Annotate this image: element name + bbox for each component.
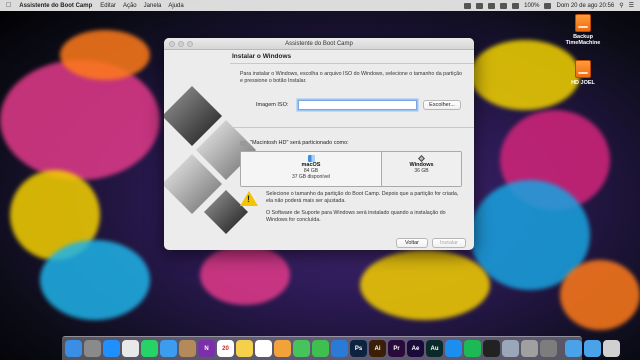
- divider: [230, 127, 474, 128]
- menu-item-editar[interactable]: Editar: [100, 3, 116, 9]
- window-title: Assistente do Boot Camp: [285, 41, 353, 47]
- partition-caption: "Macintosh HD" será particionado como:: [240, 140, 349, 146]
- intro-text: Para instalar o Windows, escolha o arqui…: [240, 71, 462, 84]
- windows-icon: [418, 155, 425, 162]
- dock-facetime-icon[interactable]: [312, 340, 329, 357]
- menu-extra-icon[interactable]: [500, 2, 508, 9]
- disk-icon: [240, 140, 247, 146]
- dock-chrome-icon[interactable]: [122, 340, 139, 357]
- dock-launchpad-icon[interactable]: [84, 340, 101, 357]
- dock-app-store-icon[interactable]: [445, 340, 462, 357]
- drive-label: HD JOEL: [571, 80, 595, 86]
- finder-icon: [307, 155, 315, 162]
- dock: N 20 Ps Ai Pr Ae Au: [62, 336, 620, 360]
- battery-icon[interactable]: [544, 2, 552, 9]
- dock-messages-icon[interactable]: [293, 340, 310, 357]
- install-button[interactable]: Instalar: [432, 238, 466, 248]
- menu-extras: 100% Dom 20 de ago 20:56 ⚲ ☰: [464, 2, 634, 9]
- minimize-button[interactable]: [178, 41, 184, 47]
- window-controls: [169, 41, 193, 47]
- dock-finder-icon[interactable]: [65, 340, 82, 357]
- dock-photos-icon[interactable]: [274, 340, 291, 357]
- dock-boot-camp-icon[interactable]: [521, 340, 538, 357]
- apple-icon[interactable]: : [6, 2, 11, 9]
- notification-center-icon[interactable]: ☰: [629, 2, 634, 9]
- wifi-icon[interactable]: [512, 2, 520, 9]
- partition-caption-text: "Macintosh HD" será particionado como:: [250, 140, 349, 146]
- back-button[interactable]: Voltar: [396, 238, 428, 248]
- paint-splash: [560, 260, 640, 330]
- dock-apps: N 20 Ps Ai Pr Ae Au: [65, 340, 557, 357]
- hard-drive-icon: [575, 14, 591, 32]
- menu-bar:  Assistente do Boot Camp Editar Ação Ja…: [0, 0, 640, 11]
- dock-spotify-icon[interactable]: [464, 340, 481, 357]
- dock-trash-icon[interactable]: [603, 340, 620, 357]
- warning-block: Selecione o tamanho da partição do Boot …: [240, 191, 462, 224]
- dock-activity-monitor-icon[interactable]: [483, 340, 500, 357]
- dock-notes-icon[interactable]: [236, 340, 253, 357]
- paint-splash: [360, 250, 490, 320]
- menu-extra-icon[interactable]: [464, 2, 472, 9]
- dock-mail-icon[interactable]: [160, 340, 177, 357]
- partition-windows-size: 36 GB: [414, 168, 429, 174]
- iso-label: Imagem ISO:: [256, 102, 289, 108]
- dock-contacts-icon[interactable]: [179, 340, 196, 357]
- zoom-button[interactable]: [187, 41, 193, 47]
- partition-slider[interactable]: macOS 84 GB 37 GB disponível Windows 36 …: [240, 151, 462, 187]
- divider: [230, 63, 474, 64]
- dock-photoshop-icon[interactable]: Ps: [350, 340, 367, 357]
- dock-preview-icon[interactable]: [502, 340, 519, 357]
- dock-documents-folder-icon[interactable]: [584, 340, 601, 357]
- partition-macos-free: 37 GB disponível: [291, 174, 331, 180]
- boot-camp-window: Assistente do Boot Camp Instalar o Windo…: [164, 38, 474, 250]
- warning-icon: [240, 191, 258, 206]
- dock-after-effects-icon[interactable]: Ae: [407, 340, 424, 357]
- warning-text-2: O Software de Suporte para Windows será …: [266, 210, 446, 223]
- dock-right: [565, 340, 620, 357]
- menu-item-janela[interactable]: Janela: [144, 3, 162, 9]
- drive-hd-joel[interactable]: HD JOEL: [558, 60, 608, 86]
- dock-calendar-icon[interactable]: 20: [217, 340, 234, 357]
- window-titlebar[interactable]: Assistente do Boot Camp: [164, 38, 474, 50]
- dock-illustrator-icon[interactable]: Ai: [369, 340, 386, 357]
- menu-extra-icon[interactable]: [488, 2, 496, 9]
- dock-premiere-icon[interactable]: Pr: [388, 340, 405, 357]
- battery-percent[interactable]: 100%: [524, 3, 539, 9]
- paint-splash: [40, 240, 150, 320]
- iso-input[interactable]: [298, 100, 417, 110]
- paint-splash: [60, 30, 150, 80]
- partition-windows: Windows 36 GB: [382, 152, 461, 186]
- dock-whatsapp-icon[interactable]: [141, 340, 158, 357]
- menu-item-ajuda[interactable]: Ajuda: [168, 3, 183, 9]
- dock-reminders-icon[interactable]: [255, 340, 272, 357]
- menu-app-name[interactable]: Assistente do Boot Camp: [19, 3, 92, 9]
- section-title: Instalar o Windows: [232, 53, 292, 60]
- paint-splash: [200, 245, 290, 305]
- choose-button[interactable]: Escolher...: [423, 100, 461, 110]
- clock[interactable]: Dom 20 de ago 20:56: [556, 3, 614, 9]
- main-content: Instalar o Windows Para instalar o Windo…: [230, 51, 474, 250]
- partition-macos: macOS 84 GB 37 GB disponível: [241, 152, 382, 186]
- dock-system-preferences-icon[interactable]: [540, 340, 557, 357]
- dock-downloads-folder-icon[interactable]: [565, 340, 582, 357]
- hard-drive-icon: [575, 60, 591, 78]
- dock-keynote-icon[interactable]: [331, 340, 348, 357]
- search-icon[interactable]: ⚲: [619, 2, 623, 9]
- drive-backup-timemachine[interactable]: Backup TimeMachine: [558, 14, 608, 46]
- close-button[interactable]: [169, 41, 175, 47]
- menu-extra-icon[interactable]: [476, 2, 484, 9]
- dock-safari-icon[interactable]: [103, 340, 120, 357]
- dock-audition-icon[interactable]: Au: [426, 340, 443, 357]
- dock-onenote-icon[interactable]: N: [198, 340, 215, 357]
- paint-splash: [0, 60, 160, 180]
- menu-item-acao[interactable]: Ação: [123, 3, 137, 9]
- drive-label: Backup TimeMachine: [565, 34, 601, 46]
- warning-text-1: Selecione o tamanho da partição do Boot …: [266, 191, 459, 204]
